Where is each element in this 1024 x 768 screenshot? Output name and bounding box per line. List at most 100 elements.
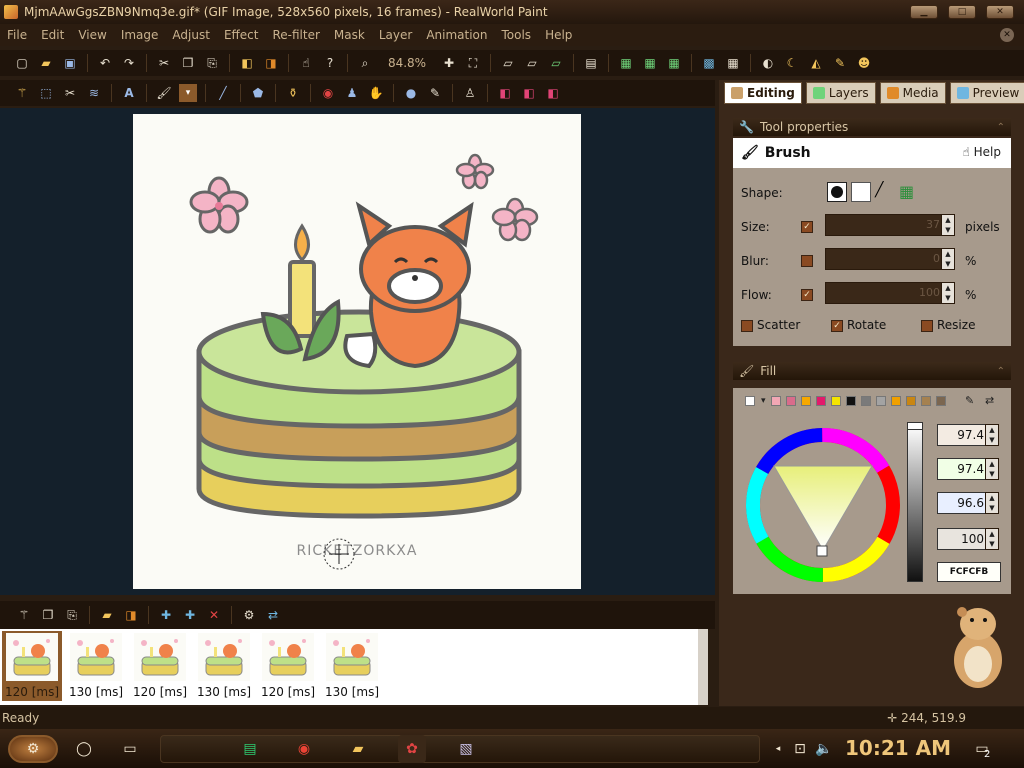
flow-spinner[interactable]: ▲ ▼ bbox=[941, 282, 955, 304]
reorder-frames-icon[interactable]: ⇄ bbox=[264, 606, 282, 624]
user-icon[interactable]: ☻ bbox=[855, 54, 873, 72]
value-spinner-1[interactable]: ▲ ▼ bbox=[985, 424, 999, 446]
color-picker-icon[interactable]: ✎ bbox=[831, 54, 849, 72]
chrome-icon[interactable]: ◉ bbox=[290, 735, 318, 763]
help-pointer-icon[interactable]: ? bbox=[321, 54, 339, 72]
shape-custom-button[interactable]: ▦ bbox=[899, 182, 919, 202]
menu-tools[interactable]: Tools bbox=[495, 28, 539, 42]
value-field-1[interactable]: 97.4 bbox=[937, 424, 991, 446]
brightness-slider-handle[interactable] bbox=[907, 422, 923, 430]
notification-center-icon[interactable]: ▭ bbox=[968, 735, 996, 763]
add-frames-icon[interactable]: ✚ bbox=[181, 606, 199, 624]
task-view-icon[interactable]: ▭ bbox=[116, 735, 144, 763]
clone-stamp-icon[interactable]: ♟ bbox=[343, 84, 361, 102]
undo-icon[interactable]: ↶ bbox=[96, 54, 114, 72]
grid-toggle-icon[interactable]: ▦ bbox=[665, 54, 683, 72]
save-icon[interactable]: ▣ bbox=[61, 54, 79, 72]
realworld-paint-taskbar-icon[interactable]: ✿ bbox=[398, 735, 426, 763]
frame-effect-icon[interactable]: ◨ bbox=[122, 606, 140, 624]
color-wheel[interactable] bbox=[738, 420, 908, 590]
swatch-dropdown-icon[interactable]: ▾ bbox=[761, 396, 766, 406]
color-swatch[interactable] bbox=[891, 396, 901, 406]
frame-thumbnail-3[interactable]: 120 [ms] bbox=[130, 631, 190, 701]
moon-icon[interactable]: ☾ bbox=[783, 54, 801, 72]
menu-file[interactable]: File bbox=[0, 28, 34, 42]
layer-3-icon[interactable]: ▱ bbox=[547, 54, 565, 72]
value-field-3[interactable]: 96.6 bbox=[937, 492, 991, 514]
transparent-grid-icon[interactable]: ▦ bbox=[724, 54, 742, 72]
hand-tool-icon[interactable]: ✋ bbox=[367, 84, 385, 102]
tab-layers[interactable]: Layers bbox=[805, 82, 876, 104]
resize-checkbox[interactable] bbox=[921, 320, 933, 332]
magic-wand-icon[interactable]: ⚚ bbox=[13, 84, 31, 102]
shape-square-button[interactable] bbox=[851, 182, 871, 202]
size-input[interactable]: 37 bbox=[825, 214, 945, 236]
menu-help[interactable]: Help bbox=[538, 28, 579, 42]
color-swatch[interactable] bbox=[831, 396, 841, 406]
rotate-checkbox[interactable]: ✓ bbox=[831, 320, 843, 332]
menu-animation[interactable]: Animation bbox=[419, 28, 494, 42]
shape-circle-button[interactable] bbox=[827, 182, 847, 202]
zoom-tool-icon[interactable]: ⌕ bbox=[356, 54, 374, 72]
new-file-icon[interactable]: ▢ bbox=[13, 54, 31, 72]
quick-select-icon[interactable]: ≋ bbox=[85, 84, 103, 102]
layer-2-icon[interactable]: ▱ bbox=[523, 54, 541, 72]
file-explorer-icon[interactable]: ▰ bbox=[344, 735, 372, 763]
brush-tool-icon[interactable]: 🖌 bbox=[155, 84, 173, 102]
stamp-icon[interactable]: ♙ bbox=[461, 84, 479, 102]
frame-thumbnail-6[interactable]: 130 [ms] bbox=[322, 631, 382, 701]
frame-thumbnail-2[interactable]: 130 [ms] bbox=[66, 631, 126, 701]
smudge-tool-icon[interactable]: ✎ bbox=[426, 84, 444, 102]
menu-refilter[interactable]: Re-filter bbox=[265, 28, 326, 42]
triangle-icon[interactable]: ◭ bbox=[807, 54, 825, 72]
blur-input[interactable]: 0 bbox=[825, 248, 945, 270]
layers-red2-icon[interactable]: ◧ bbox=[520, 84, 538, 102]
maximize-button[interactable]: □ bbox=[948, 5, 976, 19]
value-spinner-2[interactable]: ▲ ▼ bbox=[985, 458, 999, 480]
image-canvas[interactable]: RICKETZORKXA bbox=[133, 114, 581, 589]
layer-effect-icon[interactable]: ◨ bbox=[262, 54, 280, 72]
layers-red-icon[interactable]: ◧ bbox=[496, 84, 514, 102]
layer-stack-icon[interactable]: ▤ bbox=[582, 54, 600, 72]
frame-folder-icon[interactable]: ▰ bbox=[98, 606, 116, 624]
copy-frame-icon[interactable]: ❐ bbox=[39, 606, 57, 624]
layers-red3-icon[interactable]: ◧ bbox=[544, 84, 562, 102]
color-swatch[interactable] bbox=[816, 396, 826, 406]
grid-icon[interactable]: ▦ bbox=[617, 54, 635, 72]
collapse-icon[interactable]: ⌃ bbox=[997, 366, 1005, 377]
color-swatch[interactable] bbox=[906, 396, 916, 406]
size-checkbox[interactable]: ✓ bbox=[801, 221, 813, 233]
menu-layer[interactable]: Layer bbox=[372, 28, 419, 42]
spreadsheet-app-icon[interactable]: ▤ bbox=[236, 735, 264, 763]
start-button[interactable]: ⚙ bbox=[8, 735, 58, 763]
color-swatch[interactable] bbox=[861, 396, 871, 406]
taskbar-clock[interactable]: 10:21 AM bbox=[845, 736, 951, 760]
tool-properties-header[interactable]: 🔧 Tool properties ⌃ bbox=[733, 118, 1011, 136]
rect-select-icon[interactable]: ⬚ bbox=[37, 84, 55, 102]
hex-field[interactable]: FCFCFB bbox=[937, 562, 1001, 582]
line-tool-icon[interactable]: ╱ bbox=[214, 84, 232, 102]
menu-view[interactable]: View bbox=[71, 28, 113, 42]
color-swatch[interactable] bbox=[921, 396, 931, 406]
swap-colors-icon[interactable]: ⇄ bbox=[985, 394, 994, 407]
menu-edit[interactable]: Edit bbox=[34, 28, 71, 42]
brush-dropdown-icon[interactable]: ▾ bbox=[179, 84, 197, 102]
scatter-checkbox[interactable] bbox=[741, 320, 753, 332]
canvas-workspace[interactable]: RICKETZORKXA bbox=[0, 108, 715, 595]
menu-image[interactable]: Image bbox=[114, 28, 166, 42]
close-document-button[interactable]: ✕ bbox=[1000, 28, 1014, 42]
image-app-taskbar-icon[interactable]: ▧ bbox=[452, 735, 480, 763]
redo-icon[interactable]: ↷ bbox=[120, 54, 138, 72]
color-swatch[interactable] bbox=[936, 396, 946, 406]
flow-input[interactable]: 100 bbox=[825, 282, 945, 304]
red-eye-icon[interactable]: ◉ bbox=[319, 84, 337, 102]
eyedropper-icon[interactable]: ✎ bbox=[965, 394, 974, 407]
color-swatch[interactable] bbox=[786, 396, 796, 406]
flow-checkbox[interactable]: ✓ bbox=[801, 289, 813, 301]
fill-bucket-icon[interactable]: ⚱ bbox=[284, 84, 302, 102]
volume-muted-icon[interactable]: 🔈 bbox=[810, 735, 838, 763]
search-circle-icon[interactable]: ◯ bbox=[70, 735, 98, 763]
fit-screen-icon[interactable]: ⛶ bbox=[464, 54, 482, 72]
frame-thumbnail-1[interactable]: 120 [ms] bbox=[2, 631, 62, 701]
magic-frame-icon[interactable]: ⚚ bbox=[15, 606, 33, 624]
